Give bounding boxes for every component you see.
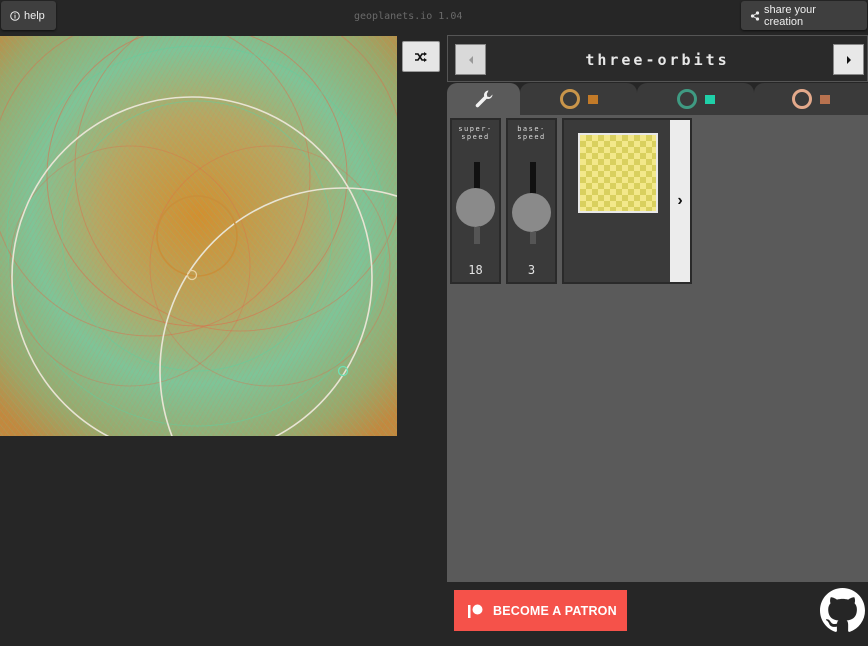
preset-title: three-orbits	[585, 51, 730, 69]
help-label: help	[24, 9, 45, 22]
base-speed-label: base-speed	[517, 125, 546, 141]
help-button[interactable]: help	[1, 1, 56, 30]
caret-right-icon	[846, 55, 851, 64]
info-icon	[10, 10, 20, 21]
planet-ring-icon	[792, 89, 812, 109]
super-speed-label: super-speed	[458, 125, 493, 141]
tab-settings[interactable]	[447, 83, 520, 115]
wrench-icon	[475, 90, 493, 108]
super-speed-control: super-speed 18	[450, 118, 501, 284]
next-button[interactable]	[833, 44, 864, 75]
background-color-control: ›	[562, 118, 692, 284]
planet-color-swatch	[820, 94, 830, 104]
super-speed-fill	[474, 226, 480, 244]
tab-planet-1[interactable]	[520, 83, 637, 115]
version-text: geoplanets.io 1.04	[354, 11, 463, 22]
shuffle-icon	[415, 51, 427, 62]
base-speed-control: base-speed 3	[506, 118, 557, 284]
patron-label: BECOME A PATRON	[493, 603, 617, 618]
base-speed-fill	[530, 231, 536, 244]
title-bar: three-orbits	[447, 35, 868, 82]
expand-button[interactable]: ›	[670, 120, 690, 282]
share-button[interactable]: share your creation	[741, 1, 867, 30]
tab-planet-2[interactable]	[637, 83, 754, 115]
base-speed-value: 3	[527, 263, 536, 277]
share-label: share your creation	[763, 3, 816, 28]
planet-ring-icon	[559, 89, 580, 109]
base-speed-knob[interactable]	[512, 192, 551, 232]
become-patron-button[interactable]: BECOME A PATRON	[454, 590, 627, 631]
tab-planet-3[interactable]	[754, 83, 868, 115]
shuffle-button[interactable]	[402, 41, 440, 72]
planet-color-swatch	[704, 94, 715, 104]
share-icon	[750, 10, 760, 21]
super-speed-value: 18	[468, 263, 483, 277]
planet-color-swatch	[587, 94, 598, 104]
github-icon[interactable]	[820, 588, 865, 633]
chevron-right-icon: ›	[677, 192, 683, 209]
patreon-icon	[468, 604, 483, 618]
super-speed-knob[interactable]	[456, 187, 495, 227]
background-color-swatch[interactable]	[578, 133, 658, 213]
drawing-canvas[interactable]	[0, 36, 397, 436]
planet-ring-icon	[676, 89, 697, 109]
